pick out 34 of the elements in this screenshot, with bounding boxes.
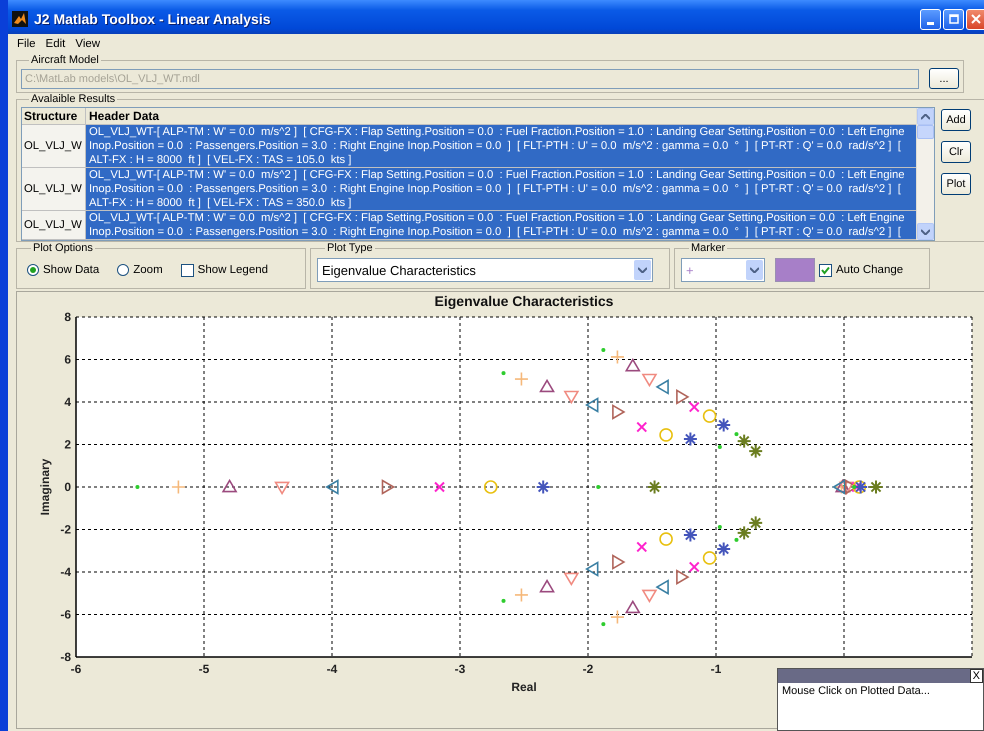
tick-label: -6 — [70, 662, 82, 676]
tick-label: -1 — [710, 662, 722, 676]
tick-label: 2 — [64, 438, 71, 452]
group-label: Plot Options — [32, 242, 94, 254]
group-label: Marker — [690, 242, 726, 254]
popup-message: Mouse Click on Plotted Data... — [781, 684, 931, 699]
tick-label: 0 — [64, 480, 71, 494]
axis-label: Imaginary — [38, 458, 52, 516]
table-cell: OL_VLJ_W — [22, 168, 86, 210]
group-label: Avalaible Results — [30, 93, 116, 105]
table-cell: OL_VLJ_W — [22, 211, 86, 239]
column-header: Header Data — [86, 108, 916, 124]
group-label: Aircraft Model — [30, 54, 100, 66]
tick-label: 6 — [64, 352, 71, 366]
tick-label: 4 — [64, 395, 71, 409]
tick-label: -4 — [60, 565, 71, 579]
group-label: Plot Type — [326, 242, 374, 254]
tick-label: -4 — [326, 662, 338, 676]
tick-label: -3 — [454, 662, 466, 676]
tick-label: -8 — [60, 650, 71, 664]
tick-label: -2 — [582, 662, 594, 676]
tick-label: 8 — [64, 310, 71, 324]
option-label: Zoom — [133, 264, 163, 276]
table-cell: OL_VLJ_W — [22, 125, 86, 167]
column-header: Structure — [22, 108, 86, 124]
option-label: Auto Change — [836, 264, 904, 276]
tick-label: -2 — [60, 522, 71, 536]
tick-label: -6 — [60, 608, 71, 622]
axis-label: Real — [511, 680, 537, 694]
chart-title: Eigenvalue Characteristics — [434, 293, 614, 309]
option-label: Show Legend — [198, 264, 268, 276]
tick-label: -5 — [198, 662, 210, 676]
window-title: J2 Matlab Toolbox - Linear Analysis — [34, 11, 272, 27]
option-label: Show Data — [43, 264, 100, 276]
